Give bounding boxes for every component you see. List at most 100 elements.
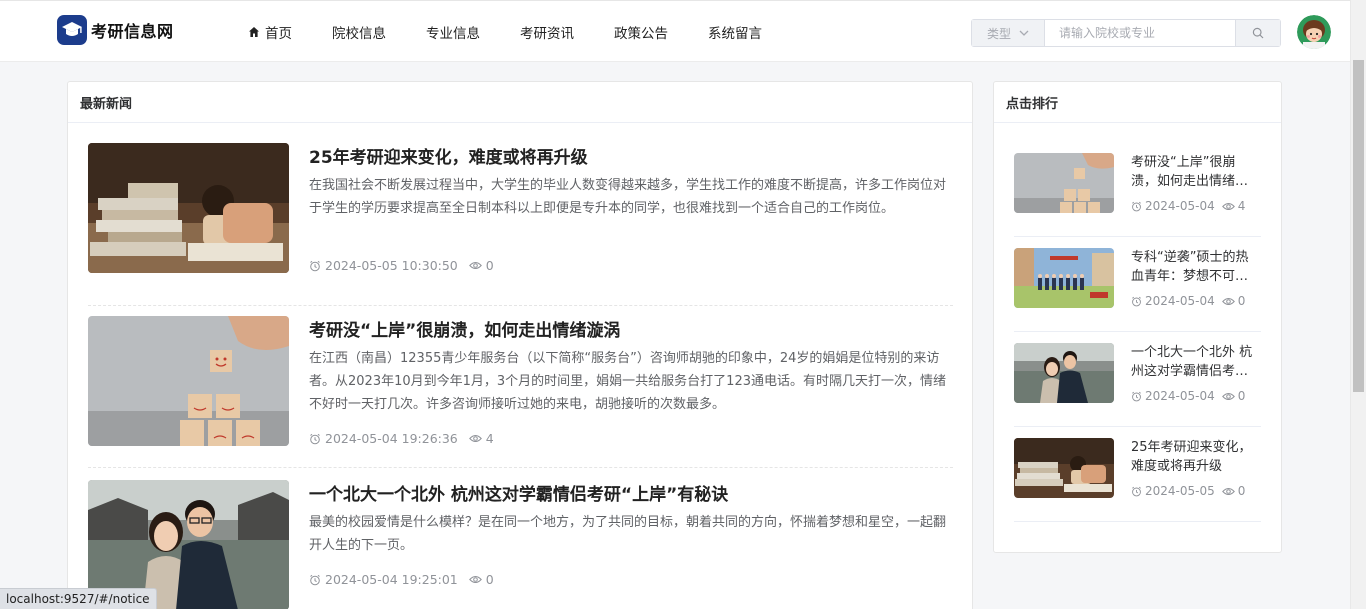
news-description: 在我国社会不断发展过程当中，大学生的毕业人数变得越来越多，学生找工作的难度不断提… <box>309 178 947 216</box>
ranking-title[interactable]: 专科“逆袭”硕士的热血青年：梦想不可辜负 <box>1131 248 1259 286</box>
ranking-item[interactable]: 25年考研迎来变化，难度或将再升级 2024-05-05 0 <box>1014 427 1261 522</box>
eye-icon <box>1221 202 1235 211</box>
ranking-item[interactable]: 专科“逆袭”硕士的热血青年：梦想不可辜负 2024-05-04 0 <box>1014 237 1261 332</box>
news-description: 最美的校园爱情是什么模样？是在同一个地方，为了共同的目标，朝着共同的方向，怀揣着… <box>309 515 947 553</box>
ranking-views: 0 <box>1221 389 1246 403</box>
page-scrollbar[interactable] <box>1350 0 1366 609</box>
nav-item-home[interactable]: 首页 <box>228 22 312 42</box>
eye-icon <box>1221 392 1235 401</box>
ranking-views-count: 0 <box>1237 389 1246 403</box>
search-type-select[interactable]: 类型 <box>972 20 1045 46</box>
ranking-meta: 2024-05-04 0 <box>1131 294 1245 308</box>
eye-icon <box>468 434 482 443</box>
ranking-item[interactable]: 考研没“上岸”很崩溃，如何走出情绪漩涡 2024-05-04 4 <box>1014 142 1261 237</box>
graduation-cap-icon <box>57 15 87 45</box>
ranking-list: 考研没“上岸”很崩溃，如何走出情绪漩涡 2024-05-04 4 <box>1014 142 1261 522</box>
nav-item-label: 专业信息 <box>426 25 480 42</box>
alarm-clock-icon <box>309 260 321 272</box>
home-icon <box>248 26 260 38</box>
latest-news-heading: 最新新闻 <box>68 82 972 123</box>
ranking-title[interactable]: 考研没“上岸”很崩溃，如何走出情绪漩涡 <box>1131 153 1259 191</box>
nav-item-schools[interactable]: 院校信息 <box>312 22 406 42</box>
news-meta: 2024-05-04 19:26:36 4 <box>309 431 494 446</box>
search-bar: 类型 <box>971 19 1281 47</box>
news-item[interactable]: 一个北大一个北外 杭州这对学霸情侣考研“上岸”有秘诀 最美的校园爱情是什么模样？… <box>88 468 953 609</box>
chevron-down-icon <box>1019 30 1029 36</box>
nav-item-policy[interactable]: 政策公告 <box>594 22 688 42</box>
click-ranking-heading: 点击排行 <box>994 82 1281 123</box>
eye-icon <box>468 575 482 584</box>
ranking-views: 4 <box>1221 199 1246 213</box>
ranking-views-count: 0 <box>1237 484 1246 498</box>
ranking-thumbnail-studying[interactable] <box>1014 438 1114 498</box>
news-list: 25年考研迎来变化，难度或将再升级 在我国社会不断发展过程当中，大学生的毕业人数… <box>88 143 953 609</box>
latest-news-card: 最新新闻 25年考研迎来变化，难度或将再升级 在我国社会不断发展过程当中，大学生… <box>67 81 973 609</box>
ranking-views-count: 4 <box>1237 199 1246 213</box>
news-views-count: 0 <box>485 258 494 273</box>
ranking-date: 2024-05-04 <box>1145 294 1215 308</box>
news-thumbnail-smiley-blocks[interactable] <box>88 316 289 446</box>
nav-item-label: 系统留言 <box>708 25 762 42</box>
ranking-thumbnail-couple[interactable] <box>1014 343 1114 403</box>
news-time: 2024-05-05 10:30:50 <box>325 258 458 273</box>
nav-item-messages[interactable]: 系统留言 <box>688 22 782 42</box>
ranking-meta: 2024-05-04 4 <box>1131 199 1245 213</box>
news-title[interactable]: 25年考研迎来变化，难度或将再升级 <box>309 143 588 168</box>
news-description: 在江西（南昌）12355青少年服务台（以下简称“服务台”）咨询师胡驰的印象中，2… <box>309 351 946 412</box>
top-header: 考研信息网 首页 院校信息 专业信息 考研资讯 政策公告 系统留言 类型 <box>0 0 1350 62</box>
alarm-clock-icon <box>309 433 321 445</box>
ranking-item[interactable]: 一个北大一个北外 杭州这对学霸情侣考研“上岸”有秘诀 2024-05-04 0 <box>1014 332 1261 427</box>
ranking-thumbnail-smiley-blocks[interactable] <box>1014 153 1114 213</box>
ranking-views-count: 0 <box>1237 294 1246 308</box>
eye-icon <box>468 261 482 270</box>
news-views-count: 4 <box>485 431 494 446</box>
ranking-thumbnail-campus-group[interactable] <box>1014 248 1114 308</box>
nav-item-label: 考研资讯 <box>520 25 574 42</box>
news-meta: 2024-05-04 19:25:01 0 <box>309 572 494 587</box>
alarm-clock-icon <box>1131 391 1142 402</box>
alarm-clock-icon <box>309 574 321 586</box>
scrollbar-thumb[interactable] <box>1353 60 1364 392</box>
ranking-views: 0 <box>1221 484 1246 498</box>
search-icon <box>1252 24 1264 43</box>
user-avatar[interactable] <box>1297 15 1331 49</box>
main-nav: 首页 院校信息 专业信息 考研资讯 政策公告 系统留言 <box>228 1 782 62</box>
browser-status-url: localhost:9527/#/notice <box>0 588 157 609</box>
site-logo-text: 考研信息网 <box>91 22 174 41</box>
eye-icon <box>1221 297 1235 306</box>
eye-icon <box>1221 487 1235 496</box>
news-time: 2024-05-04 19:26:36 <box>325 431 458 446</box>
ranking-date: 2024-05-04 <box>1145 199 1215 213</box>
site-logo[interactable]: 考研信息网 <box>57 15 174 45</box>
search-button[interactable] <box>1235 20 1280 46</box>
ranking-meta: 2024-05-04 0 <box>1131 389 1245 403</box>
nav-item-majors[interactable]: 专业信息 <box>406 22 500 42</box>
ranking-title[interactable]: 一个北大一个北外 杭州这对学霸情侣考研“上岸”有秘诀 <box>1131 343 1259 381</box>
news-meta: 2024-05-05 10:30:50 0 <box>309 258 494 273</box>
search-input[interactable] <box>1045 20 1235 46</box>
ranking-date: 2024-05-05 <box>1145 484 1215 498</box>
nav-item-label: 首页 <box>265 25 292 42</box>
nav-item-label: 政策公告 <box>614 25 668 42</box>
alarm-clock-icon <box>1131 296 1142 307</box>
nav-item-news[interactable]: 考研资讯 <box>500 22 594 42</box>
ranking-title[interactable]: 25年考研迎来变化，难度或将再升级 <box>1131 438 1259 476</box>
news-views: 0 <box>468 258 494 273</box>
ranking-date: 2024-05-04 <box>1145 389 1215 403</box>
click-ranking-card: 点击排行 考研没“上岸”很崩溃，如何走出情绪漩涡 <box>993 81 1282 553</box>
news-item[interactable]: 考研没“上岸”很崩溃，如何走出情绪漩涡 在江西（南昌）12355青少年服务台（以… <box>88 306 953 468</box>
alarm-clock-icon <box>1131 201 1142 212</box>
news-time: 2024-05-04 19:25:01 <box>325 572 458 587</box>
news-title[interactable]: 考研没“上岸”很崩溃，如何走出情绪漩涡 <box>309 316 620 341</box>
news-views: 0 <box>468 572 494 587</box>
alarm-clock-icon <box>1131 486 1142 497</box>
news-title[interactable]: 一个北大一个北外 杭州这对学霸情侣考研“上岸”有秘诀 <box>309 480 728 505</box>
ranking-meta: 2024-05-05 0 <box>1131 484 1245 498</box>
news-views-count: 0 <box>485 572 494 587</box>
nav-item-label: 院校信息 <box>332 25 386 42</box>
news-views: 4 <box>468 431 494 446</box>
news-thumbnail-studying[interactable] <box>88 143 289 273</box>
news-item[interactable]: 25年考研迎来变化，难度或将再升级 在我国社会不断发展过程当中，大学生的毕业人数… <box>88 143 953 306</box>
ranking-views: 0 <box>1221 294 1246 308</box>
search-type-label: 类型 <box>986 26 1011 41</box>
